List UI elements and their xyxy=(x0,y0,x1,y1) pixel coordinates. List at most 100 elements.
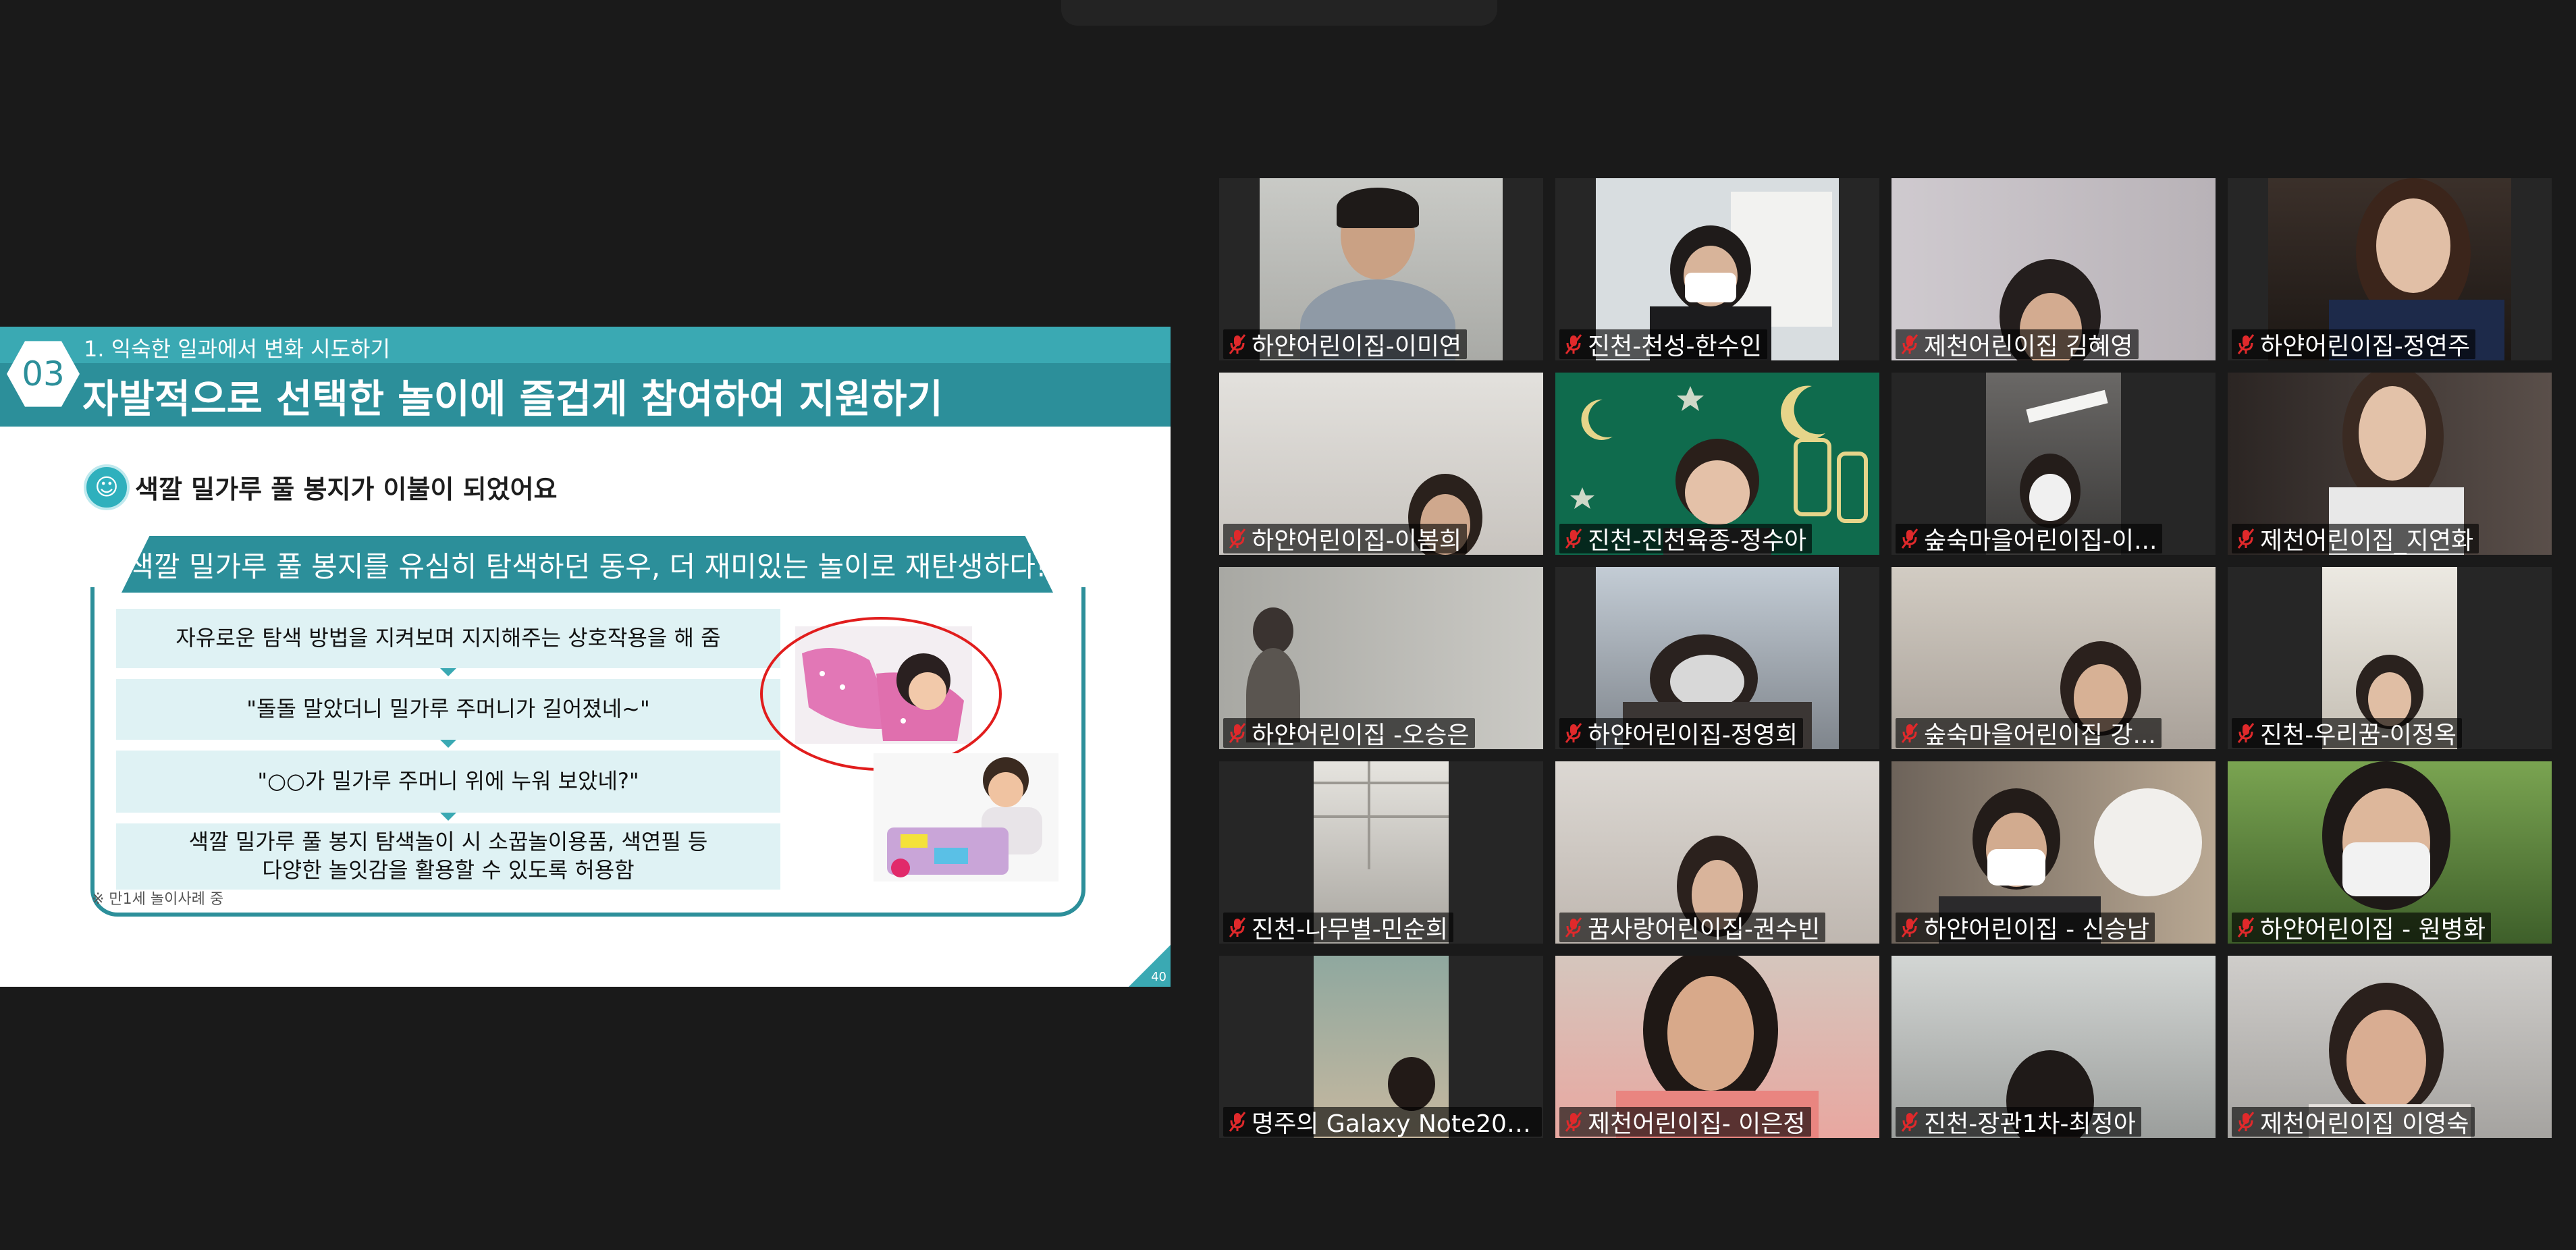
participant-name: 진천-나무별-민순희 xyxy=(1252,916,1448,944)
muted-microphone-icon xyxy=(1565,723,1582,743)
participant-name-bar: 꿈사랑어린이집-권수빈 xyxy=(1559,913,1826,944)
slide-banner: 색깔 밀가루 풀 봉지를 유심히 탐색하던 동우, 더 재미있는 놀이로 재탄생… xyxy=(122,536,1053,593)
participant-tile[interactable]: 진천-천성-한수인 xyxy=(1555,178,1879,360)
muted-microphone-icon xyxy=(1229,334,1246,354)
participant-name: 하얀어린이집 - 원병화 xyxy=(2260,916,2486,944)
muted-microphone-icon xyxy=(1901,1112,1918,1132)
section-label: 1. 익숙한 일과에서 변화 시도하기 xyxy=(84,336,390,362)
page-number: 40 xyxy=(1151,970,1166,984)
participant-name-bar: 제천어린이집 김혜영 xyxy=(1896,329,2139,360)
participant-tile[interactable]: 제천어린이집 이영숙 xyxy=(2228,956,2552,1138)
participant-tile[interactable]: 하얀어린이집 - 신승남 xyxy=(1891,761,2216,944)
participant-name-bar: 하얀어린이집-정영희 xyxy=(1559,718,1804,749)
participant-tile[interactable]: 하얀어린이집 -오승은 xyxy=(1219,567,1543,749)
participant-tile[interactable]: 명주의 Galaxy Note20 ... xyxy=(1219,956,1543,1138)
participant-name-bar: 제천어린이집- 이은정 xyxy=(1559,1107,1811,1138)
participant-name-bar: 명주의 Galaxy Note20 ... xyxy=(1223,1107,1542,1138)
muted-microphone-icon xyxy=(1229,723,1246,743)
participant-name: 숲숙마을어린이집 강... xyxy=(1924,722,2156,749)
participant-name-bar: 진천-진천육종-정수아 xyxy=(1559,524,1813,555)
step-box-4: 색깔 밀가루 풀 봉지 탐색놀이 시 소꿉놀이용품, 색연필 등 다양한 놀잇감… xyxy=(116,823,780,890)
participant-name-bar: 제천어린이집_지연화 xyxy=(2232,524,2479,555)
participant-name: 제천어린이집- 이은정 xyxy=(1588,1110,1806,1138)
participant-tile[interactable]: 하얀어린이집-정연주 xyxy=(2228,178,2552,360)
participant-name-bar: 진천-나무별-민순희 xyxy=(1223,913,1453,944)
participant-name: 제천어린이집_지연화 xyxy=(2260,527,2474,555)
step-box-2: "돌돌 말았더니 밀가루 주머니가 길어졌네~" xyxy=(116,679,780,740)
meeting-top-bar[interactable] xyxy=(1061,0,1497,26)
participant-tile[interactable]: 진천-나무별-민순희 xyxy=(1219,761,1543,944)
participant-name: 진천-장관1차-최정아 xyxy=(1924,1110,2136,1138)
participant-name-bar: 제천어린이집 이영숙 xyxy=(2232,1107,2475,1138)
participant-tile[interactable]: 하얀어린이집-이봄희 xyxy=(1219,373,1543,555)
slide-header: 03 1. 익숙한 일과에서 변화 시도하기 자발적으로 선택한 놀이에 즐겁게… xyxy=(0,327,1171,427)
participant-name: 숲숙마을어린이집-이... xyxy=(1924,527,2157,555)
participant-name: 하얀어린이집 -오승은 xyxy=(1252,722,1470,749)
muted-microphone-icon xyxy=(1565,917,1582,938)
muted-microphone-icon xyxy=(1901,917,1918,938)
smiley-icon: ☺ xyxy=(84,464,130,510)
participant-name: 진천-우리꿈-이정옥 xyxy=(2260,722,2457,749)
participant-tile[interactable]: 꿈사랑어린이집-권수빈 xyxy=(1555,761,1879,944)
muted-microphone-icon xyxy=(1229,917,1246,938)
muted-microphone-icon xyxy=(2237,723,2255,743)
muted-microphone-icon xyxy=(2237,917,2255,938)
participant-tile[interactable]: 숲숙마을어린이집-이... xyxy=(1891,373,2216,555)
participant-name: 하얀어린이집 - 신승남 xyxy=(1924,916,2149,944)
participant-name-bar: 진천-장관1차-최정아 xyxy=(1896,1107,2141,1138)
participant-tile[interactable]: 제천어린이집 김혜영 xyxy=(1891,178,2216,360)
muted-microphone-icon xyxy=(1565,528,1582,549)
muted-microphone-icon xyxy=(1565,334,1582,354)
participant-name-bar: 하얀어린이집 - 원병화 xyxy=(2232,913,2491,944)
participant-tile[interactable]: 제천어린이집_지연화 xyxy=(2228,373,2552,555)
participant-name-bar: 숲숙마을어린이집 강... xyxy=(1896,718,2162,749)
step-arrow-icon xyxy=(440,668,456,676)
participant-name: 하얀어린이집-정영희 xyxy=(1588,722,1798,749)
participant-tile[interactable]: 진천-진천육종-정수아 xyxy=(1555,373,1879,555)
muted-microphone-icon xyxy=(1565,1112,1582,1132)
slide-title: 자발적으로 선택한 놀이에 즐겁게 참여하여 지원하기 xyxy=(82,376,943,422)
muted-microphone-icon xyxy=(1901,334,1918,354)
participant-name: 하얀어린이집-이봄희 xyxy=(1252,527,1462,555)
step-box-3: "○○가 밀가루 주머니 위에 누워 보았네?" xyxy=(116,751,780,813)
muted-microphone-icon xyxy=(1229,528,1246,549)
red-annotation-circle xyxy=(760,617,1002,771)
participant-name-bar: 진천-우리꿈-이정옥 xyxy=(2232,718,2462,749)
participant-name: 제천어린이집 이영숙 xyxy=(2260,1110,2469,1138)
participant-tile[interactable]: 하얀어린이집-이미연 xyxy=(1219,178,1543,360)
participant-tile[interactable]: 제천어린이집- 이은정 xyxy=(1555,956,1879,1138)
child-playing-photo xyxy=(874,753,1058,881)
step-box-1: 자유로운 탐색 방법을 지켜보며 지지해주는 상호작용을 해 줌 xyxy=(116,609,780,668)
participant-name: 명주의 Galaxy Note20 ... xyxy=(1252,1110,1536,1138)
page-number-corner: 40 xyxy=(1129,945,1171,987)
participant-name: 제천어린이집 김혜영 xyxy=(1924,333,2133,360)
participant-name: 진천-천성-한수인 xyxy=(1588,333,1762,360)
participant-tile[interactable]: 하얀어린이집 - 원병화 xyxy=(2228,761,2552,944)
participant-tile[interactable]: 하얀어린이집-정영희 xyxy=(1555,567,1879,749)
muted-microphone-icon xyxy=(2237,334,2255,354)
participant-name-bar: 하얀어린이집 -오승은 xyxy=(1223,718,1475,749)
participant-name: 하얀어린이집-정연주 xyxy=(2260,333,2471,360)
muted-microphone-icon xyxy=(1901,723,1918,743)
participant-tile[interactable]: 진천-장관1차-최정아 xyxy=(1891,956,2216,1138)
participant-name-bar: 진천-천성-한수인 xyxy=(1559,329,1767,360)
participant-name-bar: 하얀어린이집-이봄희 xyxy=(1223,524,1468,555)
slide-subheading: 색깔 밀가루 풀 봉지가 이불이 되었어요 xyxy=(135,474,558,504)
muted-microphone-icon xyxy=(2237,1112,2255,1132)
participant-name-bar: 하얀어린이집-이미연 xyxy=(1223,329,1468,360)
participant-name-bar: 숲숙마을어린이집-이... xyxy=(1896,524,2163,555)
step-arrow-icon xyxy=(440,813,456,821)
participant-name-bar: 하얀어린이집 - 신승남 xyxy=(1896,913,2155,944)
muted-microphone-icon xyxy=(2237,528,2255,549)
participant-name: 진천-진천육종-정수아 xyxy=(1588,527,1807,555)
participant-name-bar: 하얀어린이집-정연주 xyxy=(2232,329,2476,360)
participant-name: 하얀어린이집-이미연 xyxy=(1252,333,1462,360)
participant-tile[interactable]: 진천-우리꿈-이정옥 xyxy=(2228,567,2552,749)
muted-microphone-icon xyxy=(1229,1112,1246,1132)
shared-screen-slide: 03 1. 익숙한 일과에서 변화 시도하기 자발적으로 선택한 놀이에 즐겁게… xyxy=(0,327,1171,987)
slide-footnote: ※ 만1세 놀이사례 중 xyxy=(92,891,224,908)
participant-tile[interactable]: 숲숙마을어린이집 강... xyxy=(1891,567,2216,749)
step-arrow-icon xyxy=(440,740,456,748)
participant-name: 꿈사랑어린이집-권수빈 xyxy=(1588,916,1821,944)
muted-microphone-icon xyxy=(1901,528,1918,549)
